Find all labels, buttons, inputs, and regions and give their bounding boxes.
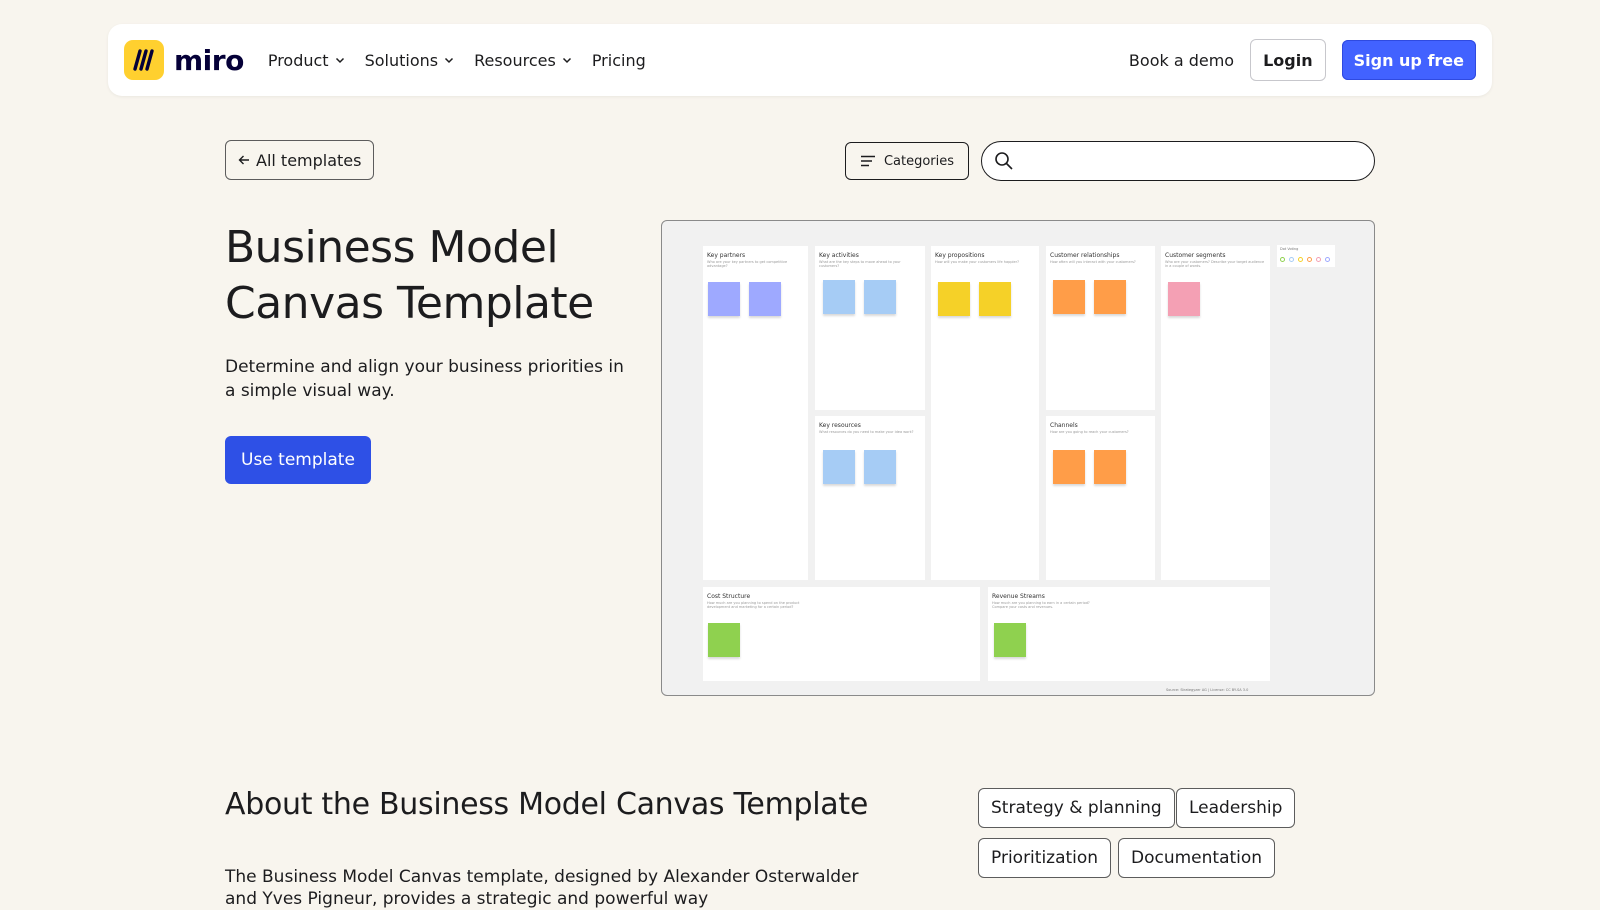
section-title: Key activities [819, 252, 859, 259]
all-templates-label: All templates [256, 150, 362, 170]
sticky-note [1053, 450, 1085, 484]
canvas-section-key-resources: Key resources What resources do you need… [815, 416, 925, 580]
chevron-down-icon [445, 57, 454, 64]
main-nav: Product Solutions Resources Pricing [268, 51, 646, 70]
search-input[interactable] [1022, 151, 1362, 171]
sticky-note [979, 282, 1011, 316]
page-description: Determine and align your business priori… [225, 357, 624, 401]
sticky-note [994, 623, 1026, 657]
tag-leadership[interactable]: Leadership [1176, 788, 1296, 828]
sticky-note [708, 623, 740, 657]
nav-label: Solutions [364, 50, 439, 70]
categories-label: Categories [883, 153, 955, 169]
section-subtitle: Who are your key partners to get competi… [707, 260, 788, 268]
section-title: Channels [1050, 422, 1078, 429]
section-title: Customer segments [1165, 252, 1226, 259]
dot-voting-legend: Dot Voting [1277, 245, 1335, 267]
chevron-down-icon [335, 57, 344, 64]
page-title: Business Model Canvas Template [225, 222, 594, 329]
book-demo-link[interactable]: Book a demo [1129, 51, 1234, 70]
tag-documentation[interactable]: Documentation [1118, 838, 1276, 878]
sticky-note [823, 450, 855, 484]
vote-dot [1280, 257, 1285, 262]
miro-logo-icon [124, 40, 164, 80]
sticky-note [1094, 450, 1126, 484]
top-navbar: miro Product Solutions Resources Pricing… [108, 24, 1492, 96]
section-subtitle: How will you make your customers life ha… [935, 260, 1019, 264]
template-preview[interactable]: Key partners Who are your key partners t… [661, 220, 1375, 696]
sticky-note [1053, 280, 1085, 314]
canvas-section-key-partners: Key partners Who are your key partners t… [703, 246, 808, 580]
section-subtitle: How often will you interact with your cu… [1050, 260, 1136, 264]
miro-logo[interactable]: miro [124, 40, 244, 80]
nav-item-resources[interactable]: Resources [474, 51, 572, 70]
section-title: Cost Structure [707, 593, 751, 600]
vote-dot [1289, 257, 1294, 262]
section-title: Key propositions [935, 252, 985, 259]
nav-item-product[interactable]: Product [268, 51, 345, 70]
categories-button[interactable]: Categories [845, 142, 969, 180]
tag-prioritization[interactable]: Prioritization [978, 838, 1112, 878]
section-subtitle: How much are you planning to earn in a c… [992, 601, 1090, 609]
section-subtitle: What are the key steps to move ahead to … [819, 260, 901, 268]
canvas-section-customer-segments: Customer segments Who are your customers… [1161, 246, 1270, 580]
section-subtitle: What resources do you need to make your … [819, 430, 914, 434]
canvas-section-key-activities: Key activities What are the key steps to… [815, 246, 925, 410]
nav-label: Resources [474, 50, 556, 70]
arrow-left-icon [238, 155, 249, 165]
filter-lines-icon [860, 155, 875, 167]
use-template-button[interactable]: Use template [225, 436, 371, 484]
legend-title: Dot Voting [1280, 247, 1299, 251]
section-title: Customer relationships [1050, 252, 1120, 259]
nav-item-solutions[interactable]: Solutions [365, 51, 455, 70]
sticky-note [864, 280, 896, 314]
vote-dot [1298, 257, 1303, 262]
chevron-down-icon [562, 57, 571, 64]
sticky-note [749, 282, 781, 316]
canvas-section-key-propositions: Key propositions How will you make your … [931, 246, 1039, 580]
nav-label: Product [267, 50, 329, 70]
signup-button[interactable]: Sign up free [1341, 40, 1476, 80]
section-subtitle: How much are you planning to spend on th… [707, 601, 800, 609]
vote-dot [1307, 257, 1312, 262]
canvas-section-channels: Channels How are you going to reach your… [1046, 416, 1155, 580]
search-icon [995, 152, 1013, 170]
sticky-note [823, 280, 855, 314]
section-title: Key resources [819, 422, 861, 429]
brand-name: miro [174, 43, 244, 77]
sticky-note [864, 450, 896, 484]
section-subtitle: How are you going to reach your customer… [1050, 430, 1129, 434]
all-templates-button[interactable]: All templates [225, 140, 375, 180]
vote-dot [1325, 257, 1330, 262]
canvas-section-revenue-streams: Revenue Streams How much are you plannin… [988, 587, 1270, 681]
login-button[interactable]: Login [1250, 39, 1326, 81]
nav-item-pricing[interactable]: Pricing [592, 51, 646, 70]
nav-label: Pricing [591, 50, 646, 70]
tag-strategy-planning[interactable]: Strategy & planning [978, 788, 1175, 828]
section-subtitle: Who are your customers? Describe your ta… [1165, 260, 1265, 268]
sticky-note [938, 282, 970, 316]
section-title: Key partners [707, 252, 746, 259]
nav-actions: Book a demo Login Sign up free [1129, 39, 1476, 81]
source-note: Source: Strategyzer AG | License: CC BY-… [1166, 688, 1249, 692]
about-title: About the Business Model Canvas Template [225, 787, 868, 822]
sticky-note [1094, 280, 1126, 314]
vote-dot [1316, 257, 1321, 262]
about-text: The Business Model Canvas template, desi… [225, 867, 859, 909]
sticky-note [1168, 282, 1200, 316]
canvas-section-customer-relationships: Customer relationships How often will yo… [1046, 246, 1155, 410]
section-title: Revenue Streams [992, 593, 1045, 600]
sticky-note [708, 282, 740, 316]
canvas-section-cost-structure: Cost Structure How much are you planning… [703, 587, 980, 681]
search-box[interactable] [981, 141, 1375, 181]
